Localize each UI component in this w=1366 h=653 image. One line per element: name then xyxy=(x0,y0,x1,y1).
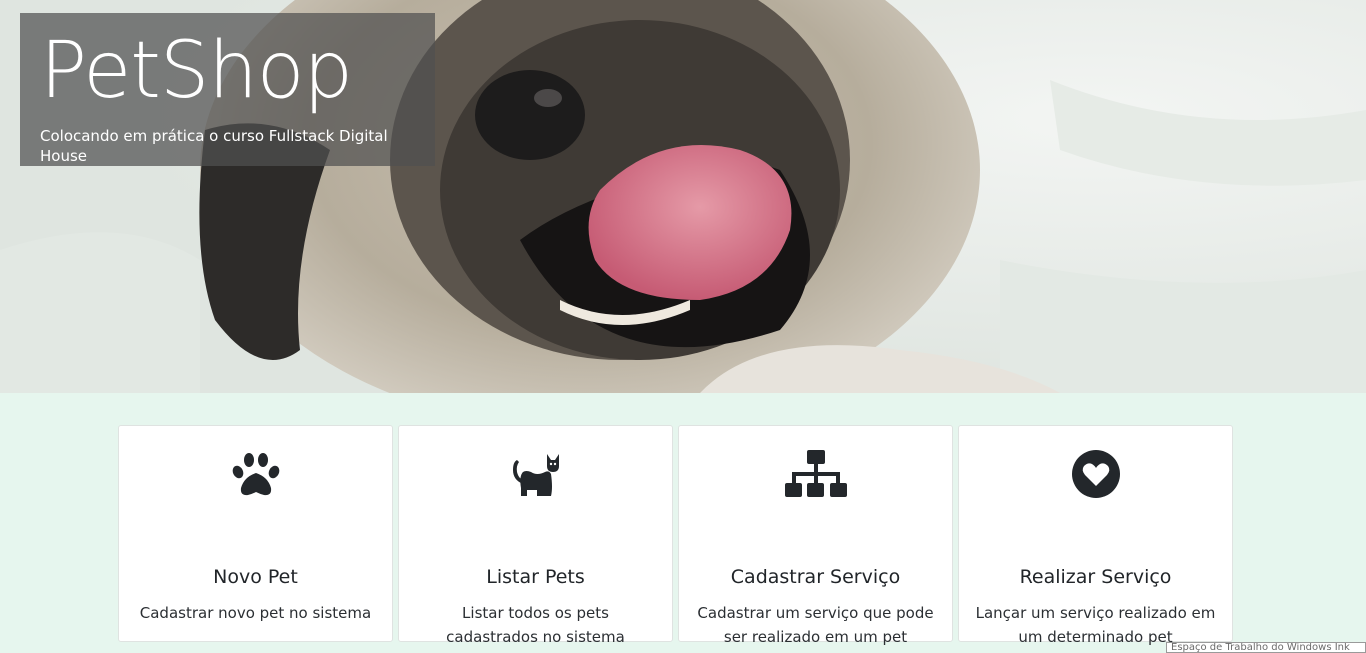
card-realizar-servico[interactable]: Realizar Serviço Lançar um serviço reali… xyxy=(958,425,1233,646)
cat-icon xyxy=(399,450,672,498)
windows-ink-tooltip: Espaço de Trabalho do Windows Ink xyxy=(1166,642,1366,653)
card-title: Listar Pets xyxy=(486,566,585,588)
card-cadastrar-servico[interactable]: Cadastrar Serviço Cadastrar um serviço q… xyxy=(678,425,953,646)
card-description: Cadastrar novo pet no sistema xyxy=(139,604,372,622)
paw-icon xyxy=(119,450,392,498)
site-subtitle: Colocando em prática o curso Fullstack D… xyxy=(40,127,388,165)
card-title: Realizar Serviço xyxy=(1019,566,1172,588)
card-title: Novo Pet xyxy=(213,566,298,588)
card-novo-pet[interactable]: Novo Pet Cadastrar novo pet no sistema xyxy=(118,425,393,642)
card-listar-pets[interactable]: Listar Pets Listar todos os pets cadastr… xyxy=(398,425,673,646)
hero-banner: PetShop Colocando em prática o curso Ful… xyxy=(0,0,1366,393)
card-title: Cadastrar Serviço xyxy=(730,566,901,588)
card-description: Listar todos os pets cadastrados no sist… xyxy=(446,604,625,646)
heart-circle-icon xyxy=(959,450,1232,498)
sitemap-icon xyxy=(679,450,952,498)
card-description: Cadastrar um serviço que pode ser realiz… xyxy=(697,604,934,646)
hero-overlay: PetShop Colocando em prática o curso Ful… xyxy=(20,13,435,166)
site-title: PetShop xyxy=(40,26,353,116)
feature-cards: Novo Pet Cadastrar novo pet no sistema L… xyxy=(118,425,1233,646)
